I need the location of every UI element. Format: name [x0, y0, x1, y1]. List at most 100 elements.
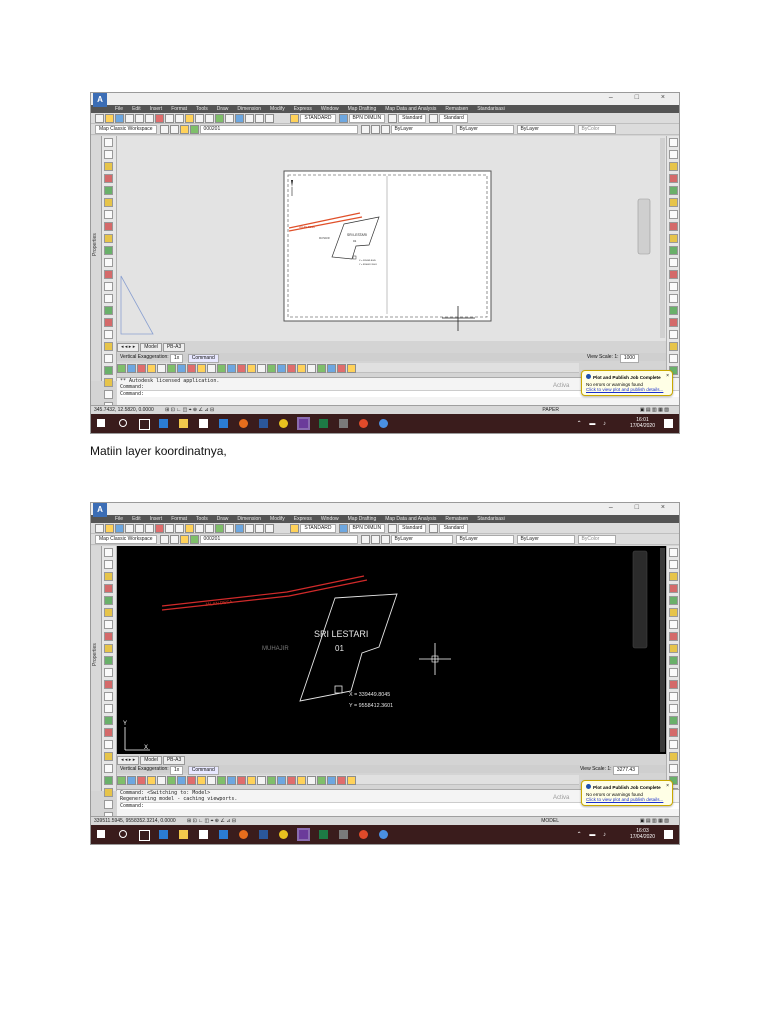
insert-block-icon[interactable]: [104, 644, 113, 653]
map-tool-23-icon[interactable]: [337, 776, 346, 785]
map-tool-17-icon[interactable]: [277, 776, 286, 785]
cut-icon[interactable]: [155, 524, 164, 533]
workspace-settings-icon[interactable]: [159, 125, 169, 134]
map-tool-17-icon[interactable]: [277, 364, 286, 373]
design-center-icon[interactable]: [245, 114, 254, 123]
stretch-tool-icon[interactable]: [669, 644, 678, 653]
plot-details-link[interactable]: Click to view plot and publish details..…: [586, 387, 668, 392]
menu-express[interactable]: Express: [294, 106, 312, 112]
model-canvas[interactable]: JALAN DESA SRI LESTARI 01 MUHAJIR X = 33…: [117, 546, 666, 754]
menu-draw[interactable]: Draw: [217, 516, 229, 522]
layer-previous-icon[interactable]: [370, 125, 380, 134]
erase-icon[interactable]: [104, 752, 113, 761]
break-tool-icon[interactable]: [669, 270, 678, 279]
dim-radius-icon[interactable]: [669, 764, 678, 773]
zoom-icon[interactable]: [225, 524, 234, 533]
undo-icon[interactable]: [195, 114, 204, 123]
file-explorer-icon[interactable]: [179, 419, 188, 428]
multileader-style-dropdown[interactable]: Standard: [439, 524, 468, 533]
view-scale[interactable]: View Scale: 1: 3277.43: [580, 765, 642, 775]
table-style-dropdown[interactable]: Standard: [398, 524, 427, 533]
rectangle-icon[interactable]: [104, 584, 113, 593]
layer-dropdown[interactable]: 000201: [199, 125, 358, 134]
fillet-tool-icon[interactable]: [669, 716, 678, 725]
layer-manager-icon[interactable]: [169, 535, 179, 544]
join-tool-icon[interactable]: [669, 282, 678, 291]
layer-dropdown[interactable]: 000201: [199, 535, 358, 544]
tab-model[interactable]: Model: [140, 343, 162, 352]
color-dropdown[interactable]: ByLayer: [390, 125, 453, 134]
dim-aligned-icon[interactable]: [669, 342, 678, 351]
chamfer-tool-icon[interactable]: [669, 704, 678, 713]
dim-aligned-icon[interactable]: [669, 752, 678, 761]
document-viewer-icon[interactable]: [339, 830, 348, 839]
menu-map-drafting[interactable]: Map Drafting: [348, 106, 377, 112]
linetype-dropdown[interactable]: ByLayer: [455, 535, 514, 544]
print-icon[interactable]: [125, 114, 134, 123]
text-style-dropdown[interactable]: STANDARD: [300, 114, 336, 123]
new-icon[interactable]: [95, 114, 104, 123]
menu-modify[interactable]: Modify: [270, 516, 285, 522]
window-controls[interactable]: – □ ×: [609, 94, 675, 101]
make-current-icon[interactable]: [360, 535, 370, 544]
map-tool-5-icon[interactable]: [157, 364, 166, 373]
mtext-icon[interactable]: [104, 318, 113, 327]
map-tool-13-icon[interactable]: [237, 364, 246, 373]
tab-model[interactable]: Model: [140, 756, 162, 765]
edge-browser-icon[interactable]: [159, 830, 168, 839]
mail-icon[interactable]: [219, 830, 228, 839]
map-tool-18-icon[interactable]: [287, 776, 296, 785]
offset-icon[interactable]: [104, 378, 113, 387]
publish-icon[interactable]: [145, 524, 154, 533]
erase-tool-icon[interactable]: [669, 548, 678, 557]
mirror-tool-icon[interactable]: [669, 162, 678, 171]
document-viewer-icon[interactable]: [339, 419, 348, 428]
lightbulb-icon[interactable]: [179, 125, 189, 134]
rectangle-icon[interactable]: [104, 174, 113, 183]
paste-icon[interactable]: [175, 114, 184, 123]
navigation-bar[interactable]: [637, 198, 651, 255]
command-button[interactable]: Command: [187, 766, 219, 775]
navigation-bar[interactable]: [632, 550, 648, 649]
extend-tool-icon[interactable]: [669, 258, 678, 267]
menu-standarisasi[interactable]: Standarisasi: [477, 106, 505, 112]
close-icon[interactable]: ×: [666, 373, 669, 379]
redo-icon[interactable]: [205, 114, 214, 123]
menu-edit[interactable]: Edit: [132, 106, 141, 112]
dim-linear-icon[interactable]: [669, 740, 678, 749]
map-tool-7-icon[interactable]: [177, 776, 186, 785]
erase-tool-icon[interactable]: [669, 138, 678, 147]
menu-map-data[interactable]: Map Data and Analysis: [385, 106, 436, 112]
properties-icon[interactable]: [235, 524, 244, 533]
calculator-icon[interactable]: [265, 114, 274, 123]
map-tool-1-icon[interactable]: [117, 364, 126, 373]
menu-insert[interactable]: Insert: [150, 516, 163, 522]
excel-icon[interactable]: [319, 419, 328, 428]
copy-tool-icon[interactable]: [669, 560, 678, 569]
chrome-icon[interactable]: [359, 419, 368, 428]
excel-icon[interactable]: [319, 830, 328, 839]
menu-rematsen[interactable]: Rematsen: [445, 516, 468, 522]
redo-icon[interactable]: [205, 524, 214, 533]
map-tool-9-icon[interactable]: [197, 364, 206, 373]
make-block-icon[interactable]: [104, 246, 113, 255]
break-tool-icon[interactable]: [669, 680, 678, 689]
menu-tools[interactable]: Tools: [196, 106, 208, 112]
map-tool-15-icon[interactable]: [257, 776, 266, 785]
map-tool-12-icon[interactable]: [227, 364, 236, 373]
word-icon[interactable]: [259, 419, 268, 428]
map-tool-20-icon[interactable]: [307, 776, 316, 785]
copy-icon[interactable]: [165, 114, 174, 123]
menu-tools[interactable]: Tools: [196, 516, 208, 522]
insert-block-icon[interactable]: [104, 234, 113, 243]
copy-object-icon[interactable]: [104, 764, 113, 773]
properties-panel-strip[interactable]: Properties: [91, 136, 102, 381]
system-tray-icons[interactable]: ⌃ ▬ ♪: [577, 831, 609, 838]
explode-tool-icon[interactable]: [669, 728, 678, 737]
map-tool-14-icon[interactable]: [247, 364, 256, 373]
menu-window[interactable]: Window: [321, 516, 339, 522]
paste-icon[interactable]: [175, 524, 184, 533]
layer-iso-icon[interactable]: [380, 125, 390, 134]
ellipse-icon[interactable]: [104, 632, 113, 641]
vexag-dropdown[interactable]: 1x: [170, 766, 184, 775]
